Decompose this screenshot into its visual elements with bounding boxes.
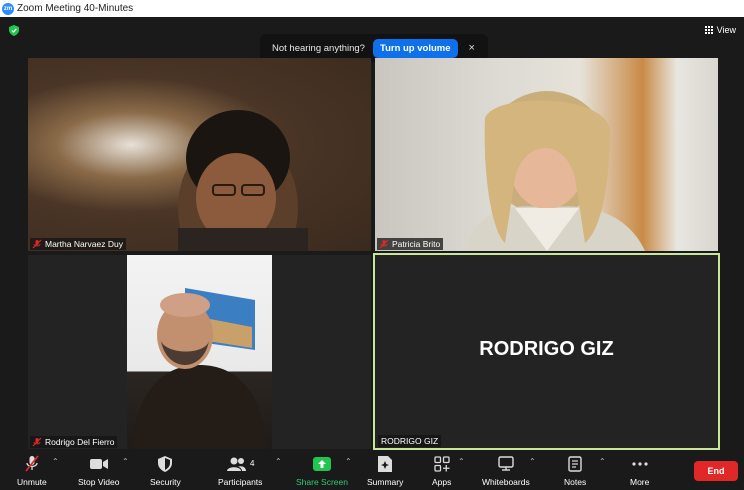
video-icon <box>89 458 108 469</box>
chevron-up-icon[interactable]: ⌃ <box>599 457 606 466</box>
whiteboards-button[interactable]: Whiteboards <box>482 455 530 487</box>
participant-name: Patricia Brito <box>392 239 441 249</box>
participants-icon <box>226 457 246 471</box>
participants-count: 4 <box>249 459 255 468</box>
summary-button[interactable]: Summary <box>367 455 403 487</box>
participant-display-name: RODRIGO GIZ <box>479 338 614 360</box>
share-screen-icon <box>312 456 331 471</box>
notes-icon <box>568 455 582 472</box>
mic-off-icon <box>379 239 389 249</box>
mic-off-icon <box>25 455 39 472</box>
share-screen-label: Share Screen <box>296 477 348 487</box>
notes-label: Notes <box>564 477 587 487</box>
toast-message: Not hearing anything? <box>272 42 365 54</box>
apps-label: Apps <box>432 477 452 487</box>
chevron-up-icon[interactable]: ⌃ <box>52 457 59 466</box>
apps-button[interactable]: Apps <box>432 455 451 487</box>
chevron-up-icon[interactable]: ⌃ <box>529 457 536 466</box>
unmute-button[interactable]: Unmute <box>17 455 47 487</box>
chevron-up-icon[interactable]: ⌃ <box>122 457 129 466</box>
name-tag: Patricia Brito <box>377 238 444 250</box>
whiteboard-icon <box>498 456 514 471</box>
mic-off-icon <box>32 437 42 447</box>
security-label: Security <box>150 477 181 487</box>
participants-button[interactable]: 4 Participants <box>218 455 262 487</box>
security-icon <box>158 455 173 472</box>
shield-icon[interactable] <box>9 25 19 36</box>
chevron-up-icon[interactable]: ⌃ <box>458 457 465 466</box>
more-button[interactable]: More <box>630 455 649 487</box>
apps-icon <box>434 455 450 472</box>
security-button[interactable]: Security <box>150 455 181 487</box>
video-tile-rodrigo-giz[interactable]: RODRIGO GIZ RODRIGO GIZ <box>373 253 720 450</box>
participant-name: RODRIGO GIZ <box>378 435 442 447</box>
name-tag: Rodrigo Del Fierro <box>30 436 118 448</box>
whiteboards-label: Whiteboards <box>482 477 530 487</box>
participant-video <box>178 110 308 251</box>
stop-video-button[interactable]: Stop Video <box>78 455 119 487</box>
close-icon[interactable]: × <box>469 42 475 54</box>
more-label: More <box>630 477 650 487</box>
view-button[interactable]: View <box>704 25 736 35</box>
summary-icon <box>378 455 393 472</box>
share-screen-button[interactable]: Share Screen <box>296 455 348 487</box>
turn-up-volume-button[interactable]: Turn up volume <box>372 38 458 58</box>
view-label: View <box>716 25 736 35</box>
participant-name: Rodrigo Del Fierro <box>45 437 115 447</box>
video-tile-patricia[interactable]: Patricia Brito <box>375 58 718 251</box>
participants-label: Participants <box>218 477 263 487</box>
stop-video-label: Stop Video <box>78 477 120 487</box>
unmute-label: Unmute <box>17 477 47 487</box>
end-meeting-button[interactable]: End <box>694 461 738 481</box>
grid-icon <box>704 26 713 34</box>
window-titlebar: zm Zoom Meeting 40-Minutes <box>0 0 744 17</box>
zoom-logo-icon: zm <box>2 2 14 15</box>
summary-label: Summary <box>367 477 404 487</box>
video-tile-martha[interactable]: Martha Narvaez Duy <box>28 58 371 251</box>
participant-name: Martha Narvaez Duy <box>45 239 123 249</box>
more-icon <box>632 461 648 466</box>
video-frame <box>132 288 267 449</box>
meeting-area: View Not hearing anything? Turn up volum… <box>0 17 744 451</box>
participant-video <box>127 255 272 449</box>
mic-off-icon <box>32 239 42 249</box>
participant-video <box>465 91 645 251</box>
window-title: Zoom Meeting 40-Minutes <box>17 3 134 14</box>
meeting-toolbar: Unmute ⌃ Stop Video ⌃ Security 4 Partici… <box>0 451 744 490</box>
notes-button[interactable]: Notes <box>564 455 586 487</box>
name-tag: Martha Narvaez Duy <box>30 238 126 250</box>
video-tile-rodrigo-del-fierro[interactable]: Rodrigo Del Fierro <box>28 255 371 449</box>
chevron-up-icon[interactable]: ⌃ <box>345 457 352 466</box>
chevron-up-icon[interactable]: ⌃ <box>275 457 282 466</box>
